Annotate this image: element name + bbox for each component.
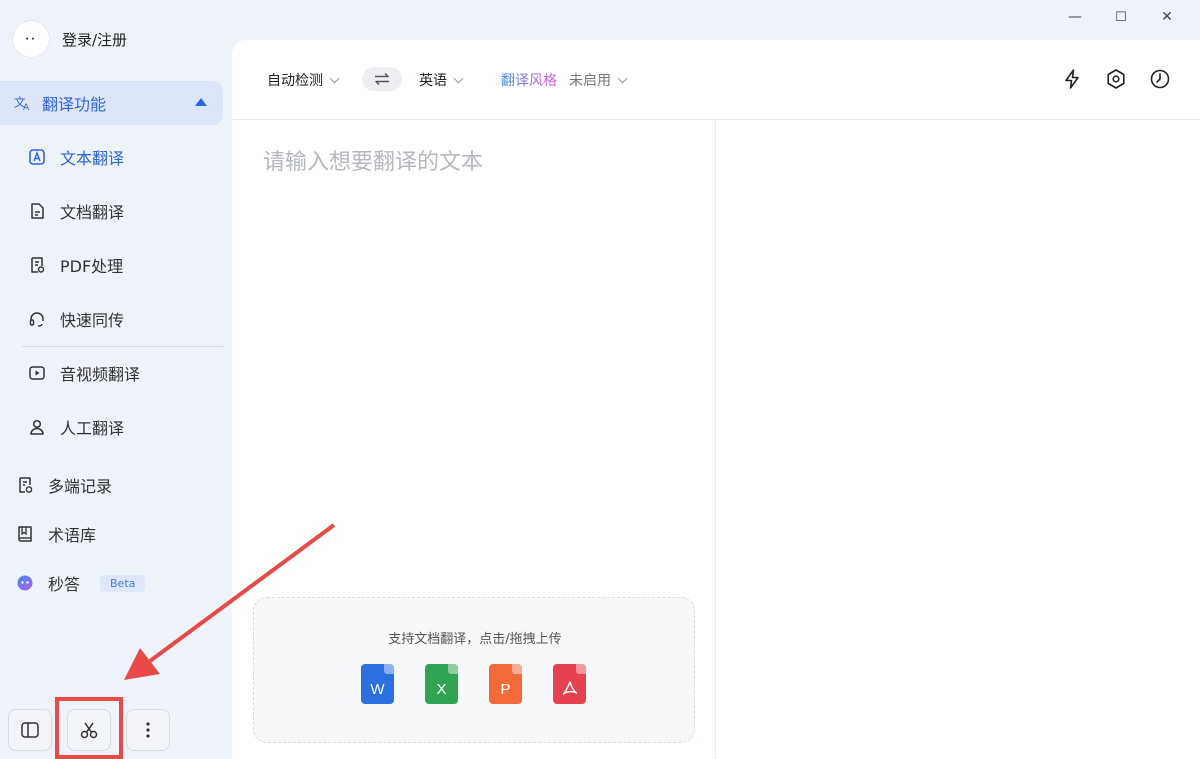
upload-hint: 支持文档翻译，点击/拖拽上传 bbox=[388, 632, 562, 647]
powerpoint-file-icon: P bbox=[489, 664, 522, 704]
settings-icon[interactable] bbox=[1105, 68, 1127, 90]
file-type-icons: W X P bbox=[361, 664, 586, 704]
sidebar-item-pdf[interactable]: PDF处理 bbox=[28, 250, 123, 280]
main-panel: 自动检测 英语 翻译风格 未启用 请输入想要翻译的文本 支持文档翻译，点击/拖拽… bbox=[232, 40, 1200, 759]
section-translate[interactable]: 文 A 翻译功能 bbox=[0, 81, 223, 125]
word-file-icon: W bbox=[361, 664, 394, 704]
sidebar-item-doc-translate[interactable]: 文档翻译 bbox=[28, 196, 124, 226]
pane-divider bbox=[715, 120, 716, 759]
sidebar-item-label: PDF处理 bbox=[60, 257, 124, 276]
upload-drop-zone[interactable]: 支持文档翻译，点击/拖拽上传 W X P bbox=[253, 597, 695, 743]
source-language-label: 自动检测 bbox=[267, 73, 323, 89]
section-label: 翻译功能 bbox=[42, 95, 107, 114]
sidebar-item-human-translate[interactable]: 人工翻译 bbox=[28, 412, 124, 442]
swap-icon bbox=[375, 72, 389, 86]
window-controls: — ☐ ✕ bbox=[1052, 6, 1190, 28]
source-text-input[interactable]: 请输入想要翻译的文本 bbox=[263, 144, 483, 176]
pdf-file-icon bbox=[553, 664, 586, 704]
ai-icon bbox=[17, 575, 33, 591]
sidebar-item-glossary[interactable]: 术语库 bbox=[16, 519, 96, 549]
sidebar-item-label: 多端记录 bbox=[48, 477, 113, 496]
minimize-button[interactable]: — bbox=[1052, 6, 1098, 28]
sidebar-item-quick-answer[interactable]: 秒答 Beta bbox=[16, 568, 146, 598]
document-icon bbox=[31, 203, 44, 219]
sidebar-item-av-translate[interactable]: 音视频翻译 bbox=[28, 358, 140, 388]
svg-text:A: A bbox=[23, 103, 30, 112]
chevron-down-icon bbox=[329, 73, 340, 83]
chevron-down-icon bbox=[453, 73, 464, 83]
headset-icon bbox=[29, 312, 44, 327]
login-label: 登录/注册 bbox=[62, 30, 128, 49]
translate-icon: 文 A bbox=[14, 96, 30, 112]
swap-languages-button[interactable] bbox=[362, 67, 402, 91]
lightning-icon[interactable] bbox=[1061, 68, 1083, 90]
more-button[interactable] bbox=[126, 709, 170, 751]
target-language-label: 英语 bbox=[419, 73, 447, 89]
beta-badge: Beta bbox=[100, 574, 146, 592]
excel-file-icon: X bbox=[425, 664, 458, 704]
sidebar-item-records[interactable]: 多端记录 bbox=[16, 470, 112, 500]
sidebar-toggle-icon bbox=[21, 722, 39, 738]
sidebar-item-label: 快速同传 bbox=[60, 311, 125, 330]
annotation-highlight-box bbox=[55, 697, 123, 759]
record-icon bbox=[19, 477, 33, 493]
pdf-icon bbox=[31, 257, 45, 273]
video-icon bbox=[29, 366, 45, 380]
source-language-select[interactable]: 自动检测 bbox=[267, 70, 340, 90]
sidebar-item-label: 音视频翻译 bbox=[60, 365, 141, 384]
person-icon bbox=[30, 419, 44, 435]
chevron-down-icon bbox=[617, 73, 628, 83]
avatar: ·· bbox=[12, 20, 50, 58]
book-icon bbox=[18, 526, 32, 542]
sidebar-item-label: 文本翻译 bbox=[60, 149, 125, 168]
sidebar-divider bbox=[22, 346, 224, 347]
user-login[interactable]: ·· 登录/注册 bbox=[12, 20, 127, 58]
sidebar-item-text-translate[interactable]: 文本翻译 bbox=[28, 142, 124, 172]
maximize-button[interactable]: ☐ bbox=[1098, 6, 1144, 28]
sidebar-item-label: 人工翻译 bbox=[60, 419, 125, 438]
style-label: 翻译风格 bbox=[501, 70, 557, 90]
toggle-sidebar-button[interactable] bbox=[8, 709, 52, 751]
translate-toolbar: 自动检测 英语 翻译风格 未启用 bbox=[232, 40, 1200, 120]
sidebar-item-label: 术语库 bbox=[48, 526, 97, 545]
history-icon[interactable] bbox=[1149, 68, 1171, 90]
translation-style-select[interactable]: 翻译风格 未启用 bbox=[501, 70, 628, 90]
target-language-select[interactable]: 英语 bbox=[419, 70, 464, 90]
style-value: 未启用 bbox=[569, 73, 611, 89]
close-button[interactable]: ✕ bbox=[1144, 6, 1190, 28]
text-translate-icon bbox=[29, 149, 45, 165]
sidebar-item-label: 秒答 bbox=[48, 575, 81, 594]
sidebar-item-label: 文档翻译 bbox=[60, 203, 125, 222]
sidebar-item-simultaneous[interactable]: 快速同传 bbox=[28, 304, 124, 334]
collapse-triangle-icon[interactable] bbox=[195, 98, 207, 106]
sidebar: ·· 登录/注册 文 A 翻译功能 文本翻译 文档翻译 PDF处理 快速同传 音… bbox=[0, 0, 232, 759]
more-vertical-icon bbox=[146, 722, 150, 738]
